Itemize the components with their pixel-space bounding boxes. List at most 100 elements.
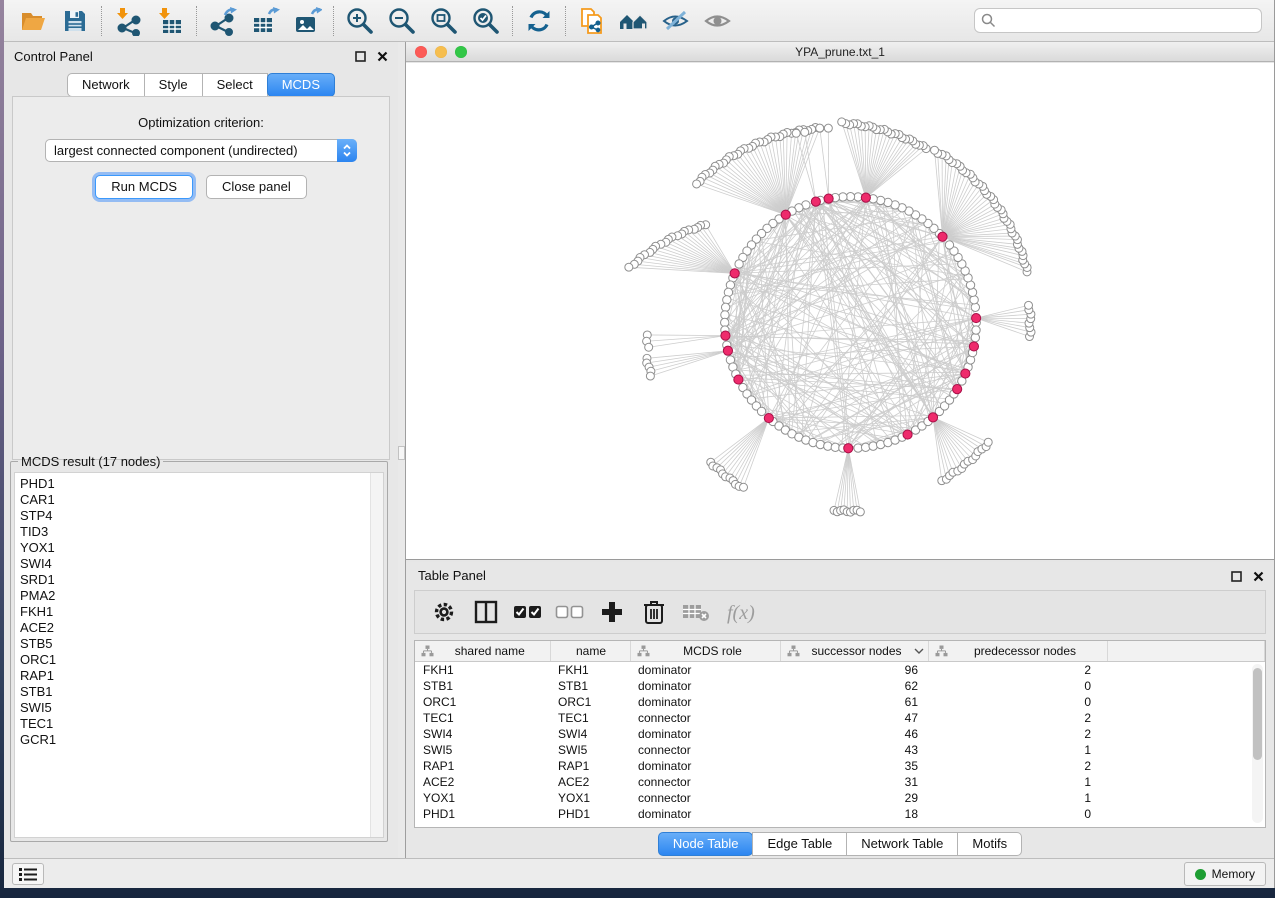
mcds-node-item[interactable]: STB1: [20, 684, 383, 700]
table-row[interactable]: TEC1TEC1connector472: [415, 710, 1265, 726]
column-header-predecessor-nodes[interactable]: predecessor nodes: [928, 641, 1107, 662]
close-table-panel-button[interactable]: [1252, 570, 1265, 583]
network-hub-node[interactable]: [734, 375, 743, 384]
mcds-node-item[interactable]: SWI4: [20, 556, 383, 572]
task-history-button[interactable]: [12, 863, 44, 885]
column-header-MCDS-role[interactable]: MCDS role: [630, 641, 780, 662]
close-window-icon[interactable]: [415, 46, 427, 58]
optimization-select[interactable]: largest connected component (undirected): [45, 139, 357, 162]
table-row[interactable]: STB1STB1dominator620: [415, 678, 1265, 694]
mcds-node-item[interactable]: FKH1: [20, 604, 383, 620]
network-node[interactable]: [824, 442, 832, 450]
network-node[interactable]: [723, 296, 731, 304]
network-hub-node[interactable]: [961, 369, 970, 378]
first-neighbors-button[interactable]: [613, 3, 655, 39]
network-node[interactable]: [854, 444, 862, 452]
mcds-node-item[interactable]: STB5: [20, 636, 383, 652]
table-row[interactable]: SWI5SWI5connector431: [415, 742, 1265, 758]
tab-motifs[interactable]: Motifs: [957, 832, 1022, 856]
network-hub-node[interactable]: [723, 346, 732, 355]
network-node[interactable]: [971, 333, 979, 341]
network-hub-node[interactable]: [928, 413, 937, 422]
zoom-in-button[interactable]: [339, 3, 381, 39]
table-row[interactable]: RAP1RAP1dominator352: [415, 758, 1265, 774]
run-mcds-button[interactable]: Run MCDS: [95, 175, 193, 199]
network-hub-node[interactable]: [824, 194, 833, 203]
network-node[interactable]: [971, 303, 979, 311]
open-session-button[interactable]: [12, 3, 54, 39]
table-scrollbar-track[interactable]: [1252, 664, 1263, 823]
network-hub-node[interactable]: [969, 342, 978, 351]
export-table-button[interactable]: [244, 3, 286, 39]
network-node[interactable]: [972, 326, 980, 334]
table-row[interactable]: ACE2ACE2connector311: [415, 774, 1265, 790]
network-leaf-node[interactable]: [931, 146, 939, 154]
mcds-node-item[interactable]: SWI5: [20, 700, 383, 716]
delete-table-button[interactable]: [681, 597, 711, 627]
hide-selected-button[interactable]: [655, 3, 697, 39]
table-scrollbar-thumb[interactable]: [1253, 668, 1262, 760]
network-hub-node[interactable]: [903, 430, 912, 439]
network-hub-node[interactable]: [861, 193, 870, 202]
network-node[interactable]: [970, 296, 978, 304]
network-leaf-node[interactable]: [824, 124, 832, 132]
table-row[interactable]: YOX1YOX1connector291: [415, 790, 1265, 806]
mcds-node-item[interactable]: ORC1: [20, 652, 383, 668]
apply-layout-button[interactable]: [518, 3, 560, 39]
table-row[interactable]: PHD1PHD1dominator180: [415, 806, 1265, 822]
network-leaf-node[interactable]: [693, 180, 701, 188]
zoom-out-button[interactable]: [381, 3, 423, 39]
network-leaf-node[interactable]: [625, 263, 633, 271]
network-hub-node[interactable]: [764, 413, 773, 422]
network-node[interactable]: [861, 443, 869, 451]
list-scrollbar-track[interactable]: [370, 473, 383, 837]
import-table-button[interactable]: [149, 3, 191, 39]
mcds-node-item[interactable]: STP4: [20, 508, 383, 524]
network-node[interactable]: [735, 260, 743, 268]
network-node[interactable]: [839, 193, 847, 201]
select-all-button[interactable]: [513, 597, 543, 627]
network-hub-node[interactable]: [781, 210, 790, 219]
mcds-node-item[interactable]: SRD1: [20, 572, 383, 588]
network-leaf-node[interactable]: [645, 343, 653, 351]
mcds-node-item[interactable]: PMA2: [20, 588, 383, 604]
network-hub-node[interactable]: [844, 444, 853, 453]
table-row[interactable]: FKH1FKH1dominator962: [415, 662, 1265, 678]
tab-node-table[interactable]: Node Table: [658, 832, 754, 856]
export-image-button[interactable]: [286, 3, 328, 39]
table-settings-button[interactable]: [429, 597, 459, 627]
delete-column-button[interactable]: [639, 597, 669, 627]
table-row[interactable]: ORC1ORC1dominator610: [415, 694, 1265, 710]
add-column-button[interactable]: [597, 597, 627, 627]
network-hub-node[interactable]: [721, 331, 730, 340]
memory-button[interactable]: Memory: [1184, 862, 1266, 886]
network-node[interactable]: [757, 407, 765, 415]
save-session-button[interactable]: [54, 3, 96, 39]
network-graph[interactable]: [406, 63, 1274, 559]
deselect-all-button[interactable]: [555, 597, 585, 627]
split-columns-button[interactable]: [471, 597, 501, 627]
column-header-successor-nodes[interactable]: successor nodes: [780, 641, 928, 662]
function-builder-button[interactable]: f(x): [723, 597, 767, 627]
network-leaf-node[interactable]: [740, 483, 748, 491]
tab-mcds[interactable]: MCDS: [267, 73, 335, 97]
tab-network-table[interactable]: Network Table: [846, 832, 958, 856]
network-leaf-node[interactable]: [792, 129, 800, 137]
mcds-node-item[interactable]: RAP1: [20, 668, 383, 684]
mcds-node-item[interactable]: PHD1: [20, 476, 383, 492]
float-table-panel-button[interactable]: [1230, 570, 1243, 583]
tab-select[interactable]: Select: [202, 73, 268, 97]
search-input[interactable]: [974, 8, 1262, 33]
network-leaf-node[interactable]: [984, 438, 992, 446]
mcds-node-item[interactable]: ACE2: [20, 620, 383, 636]
zoom-selected-button[interactable]: [465, 3, 507, 39]
network-hub-node[interactable]: [953, 385, 962, 394]
import-network-button[interactable]: [107, 3, 149, 39]
show-all-button[interactable]: [697, 3, 739, 39]
panel-splitter[interactable]: [398, 42, 406, 858]
column-header-shared-name[interactable]: shared name: [415, 641, 550, 662]
network-node[interactable]: [876, 196, 884, 204]
network-hub-node[interactable]: [811, 197, 820, 206]
close-panel-button-2[interactable]: Close panel: [206, 175, 307, 199]
network-node[interactable]: [816, 440, 824, 448]
